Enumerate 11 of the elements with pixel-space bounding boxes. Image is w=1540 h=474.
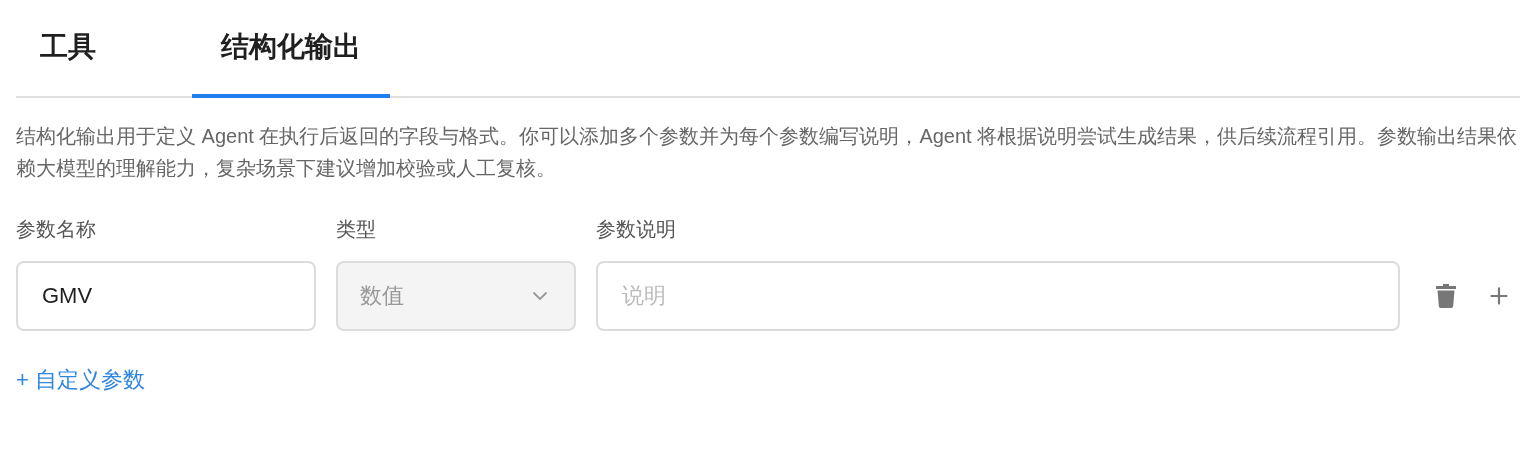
tab[interactable]: 工具 [16,0,120,98]
tab[interactable]: 结构化输出 [192,0,390,98]
name-field[interactable]: GMV [16,261,316,331]
description-field[interactable]: 说明 [596,261,1400,331]
add-parameter-link[interactable]: + 自定义参数 [16,365,145,395]
delete-button[interactable] [1436,284,1456,308]
column-label: 参数名称 [16,217,97,242]
description-text: 结构化输出用于定义 Agent 在执行后返回的字段与格式。你可以添加多个参数并为每个参数编写说明，Agent 将根据说明尝试生成结果，供后续流程引用。参数输出结果依赖大模型的理解能力，复杂场景下建议增加校验或人工复核。 [16,124,1519,181]
column-label: 类型 [336,217,377,242]
column-label: 参数说明 [596,217,677,242]
trash-icon [1436,284,1456,308]
